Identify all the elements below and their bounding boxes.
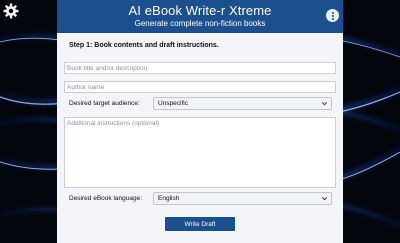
main-panel: AI eBook Write-r Xtreme Generate complet… — [57, 0, 343, 243]
vertical-dots-icon[interactable] — [326, 9, 339, 22]
step-heading: Step 1: Book contents and draft instruct… — [69, 42, 219, 49]
language-value: English — [158, 195, 180, 202]
chevron-down-icon — [321, 102, 328, 106]
app-title: AI eBook Write-r Xtreme — [128, 3, 272, 18]
draft-form: Step 1: Book contents and draft instruct… — [64, 33, 336, 231]
book-title-input[interactable] — [64, 62, 336, 74]
app-subtitle: Generate complete non-fiction books — [134, 19, 266, 28]
target-audience-label: Desired target audience: — [69, 100, 140, 107]
language-label: Desired eBook language: — [69, 195, 142, 202]
gear-icon[interactable] — [3, 3, 19, 19]
language-select[interactable]: English — [153, 192, 332, 205]
app-header: AI eBook Write-r Xtreme Generate complet… — [57, 0, 343, 33]
author-name-input[interactable] — [64, 81, 336, 93]
target-audience-select[interactable]: Unspecific — [153, 97, 332, 110]
chevron-down-icon — [321, 197, 328, 201]
target-audience-value: Unspecific — [158, 100, 188, 107]
additional-instructions-textarea[interactable] — [64, 117, 336, 188]
write-draft-button[interactable]: Write Draft — [165, 217, 235, 231]
